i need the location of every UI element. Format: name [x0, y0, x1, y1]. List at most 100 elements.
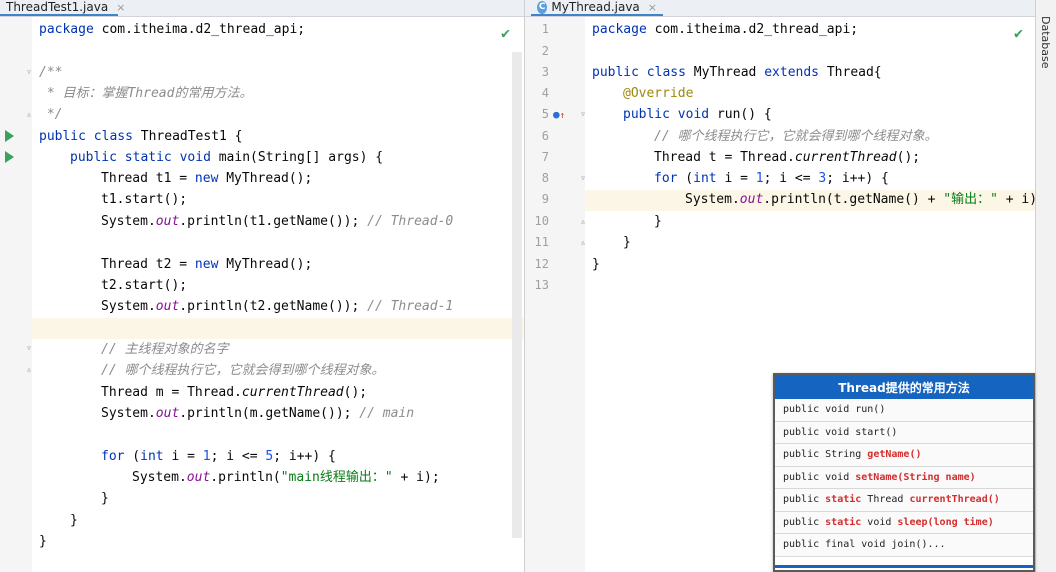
line-number: 11 [534, 235, 549, 249]
tab-threadtest1[interactable]: ThreadTest1.java × [0, 0, 125, 16]
code-line[interactable]: Thread m = Thread.currentThread(); [101, 382, 367, 403]
vertical-scrollbar[interactable] [512, 52, 522, 538]
code-text: Thread m = Thread. [101, 385, 242, 400]
code-line[interactable]: public void run() { [623, 104, 772, 125]
doc-comment-close: */ [39, 107, 63, 122]
fold-icon[interactable]: ▵ [26, 364, 32, 375]
method-decl: run() { [716, 107, 772, 122]
tab-mythread[interactable]: C MyThread.java × [531, 0, 663, 16]
run-class-icon[interactable] [5, 130, 14, 142]
keyword: extends [764, 65, 820, 80]
code-text: (); [343, 385, 368, 400]
code-line[interactable]: Thread t = Thread.currentThread(); [654, 147, 920, 168]
line-number: 13 [534, 278, 549, 292]
closing-brace: } [101, 491, 109, 506]
inspection-ok-icon[interactable]: ✔ [1014, 24, 1023, 42]
card-title: Thread提供的常用方法 [775, 375, 1033, 399]
fold-icon[interactable]: ▿ [26, 67, 32, 78]
method-row: public static Thread currentThread() [775, 489, 1033, 512]
database-tool-strip: Database [1035, 0, 1056, 572]
code-line[interactable]: for (int i = 1; i <= 3; i++) { [654, 168, 889, 189]
code-line[interactable]: public static void main(String[] args) { [70, 147, 383, 168]
closing-brace: } [623, 235, 631, 250]
fold-icon[interactable]: ▵ [26, 109, 32, 120]
keyword: int [693, 171, 717, 186]
keyword: public [623, 107, 670, 122]
close-icon[interactable]: × [116, 1, 125, 14]
line-number: 8 [541, 171, 549, 185]
database-tool-button[interactable]: Database [1039, 16, 1052, 69]
closing-brace: } [39, 534, 47, 549]
number: 1 [755, 171, 764, 186]
field: out [739, 192, 764, 207]
code-line[interactable]: package com.itheima.d2_thread_api; [592, 19, 858, 40]
code-line[interactable]: for (int i = 1; i <= 5; i++) { [101, 446, 336, 467]
code-text: .println(m.getName()); [179, 406, 360, 421]
code-text: MyThread(); [226, 257, 313, 272]
class-decl: ThreadTest1 { [140, 129, 243, 144]
keyword: public [592, 65, 639, 80]
line-number: 9 [541, 192, 549, 206]
field: out [155, 406, 180, 421]
method-row: public void run() [775, 399, 1033, 422]
left-tab-bar: ThreadTest1.java × [0, 0, 524, 17]
keyword: for [101, 449, 125, 464]
code-text: .println(t2.getName()); [179, 299, 368, 314]
code-text: ; i <= [210, 449, 266, 464]
string-literal: "main线程输出：" [280, 470, 393, 485]
fold-icon[interactable]: ▿ [580, 173, 586, 184]
close-icon[interactable]: × [648, 1, 657, 14]
inline-comment: // Thread-0 [367, 214, 454, 229]
method-signature: public [783, 516, 826, 528]
code-line[interactable]: t1.start(); [101, 189, 187, 210]
method-signature: public void start() [783, 426, 898, 438]
fold-icon[interactable]: ▿ [580, 109, 586, 120]
code-text: System. [101, 299, 156, 314]
fold-icon[interactable]: ▿ [26, 343, 32, 354]
code-line[interactable]: package com.itheima.d2_thread_api; [39, 19, 305, 40]
package-name: com.itheima.d2_thread_api; [101, 22, 306, 37]
code-line[interactable]: t2.start(); [101, 275, 187, 296]
inline-comment: // Thread-1 [367, 299, 454, 314]
keyword: class [93, 129, 133, 144]
code-text: + i); [392, 470, 440, 485]
run-main-icon[interactable] [5, 151, 14, 163]
thread-methods-card: Thread提供的常用方法 public void run() public v… [773, 373, 1035, 572]
fold-icon[interactable]: ▵ [580, 237, 586, 248]
code-text: i = [163, 449, 203, 464]
doc-comment-text: * 目标：掌握Thread的常用方法。 [39, 86, 253, 101]
keyword: new [194, 257, 219, 272]
code-line[interactable]: System.out.println("main线程输出：" + i); [132, 467, 440, 488]
override-marker-icon[interactable]: ●↑ [553, 108, 565, 121]
code-line[interactable]: System.out.println(t2.getName()); // Thr… [101, 296, 453, 317]
code-comment: // 主线程对象的名字 [101, 342, 229, 357]
override-annotation: @Override [623, 86, 694, 101]
static-method: currentThread [794, 150, 897, 165]
code-line[interactable]: System.out.println(m.getName()); // main [101, 403, 414, 424]
code-text: .println(t.getName() + [763, 192, 944, 207]
code-line[interactable]: public class MyThread extends Thread{ [592, 62, 882, 83]
code-text: Thread t2 = [101, 257, 195, 272]
fold-icon[interactable]: ▵ [580, 216, 586, 227]
code-text: Thread{ [819, 65, 882, 80]
keyword-package: package [39, 22, 94, 37]
keyword: public [39, 129, 86, 144]
code-text: Thread t = Thread. [654, 150, 795, 165]
code-line[interactable]: Thread t2 = new MyThread(); [101, 254, 312, 275]
inspection-ok-icon[interactable]: ✔ [501, 24, 510, 42]
left-editor-pane: ThreadTest1.java × ✔ ▿ ▵ ▿ ▵ package com… [0, 0, 525, 572]
method-signature: public [783, 494, 826, 505]
method-signature: void [861, 516, 898, 528]
line-number: 4 [541, 86, 549, 100]
code-line[interactable]: Thread t1 = new MyThread(); [101, 168, 312, 189]
method-decl: main(String[] args) { [218, 150, 384, 165]
code-line[interactable]: System.out.println(t1.getName()); // Thr… [101, 211, 453, 232]
code-line[interactable]: public class ThreadTest1 { [39, 126, 243, 147]
code-text: ; i <= [763, 171, 819, 186]
line-number: 6 [541, 129, 549, 143]
class-icon: C [537, 0, 548, 14]
code-line[interactable]: System.out.println(t.getName() + "输出：" +… [685, 189, 1035, 210]
inline-comment: // main [359, 406, 415, 421]
code-text: MyThread(); [226, 171, 313, 186]
line-number: 1 [541, 22, 549, 36]
